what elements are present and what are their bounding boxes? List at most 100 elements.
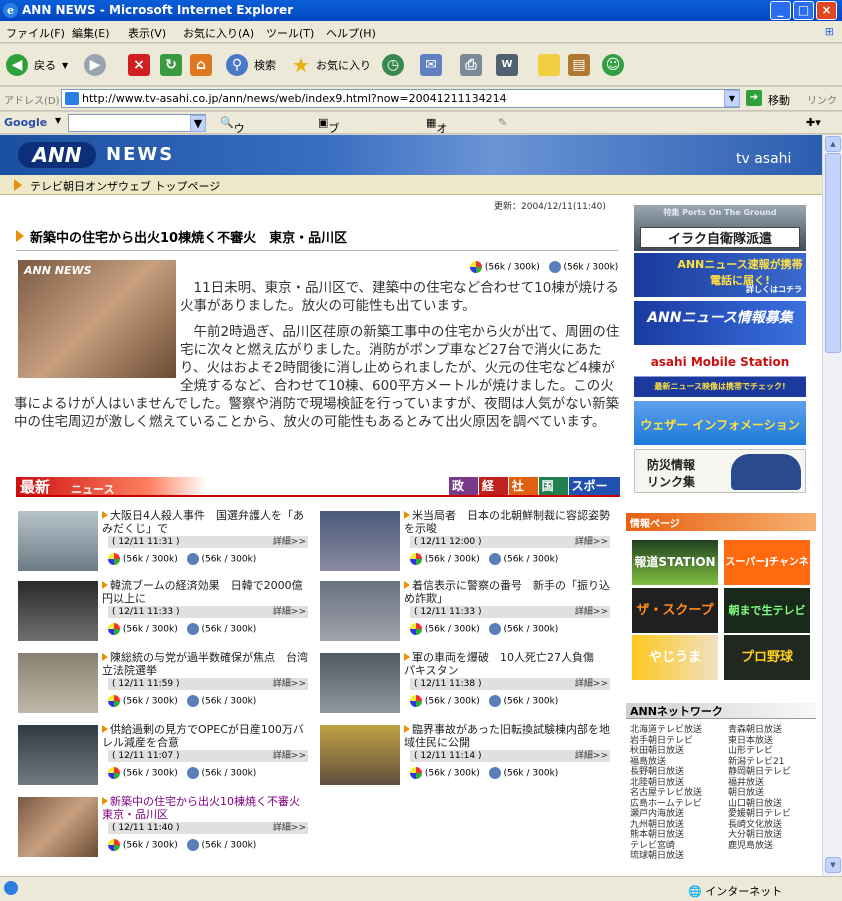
windows-media-icon[interactable] [548, 261, 561, 273]
home-button[interactable]: ⌂ [190, 52, 212, 78]
websearch-button[interactable]: 🔍ウェブ検索 [220, 116, 245, 199]
video-link-real[interactable]: (56k / 300k) [485, 263, 540, 273]
news-title-link[interactable]: 臨界事故があった旧転換試験棟内部を地域住民に公開 [404, 723, 610, 749]
top-page-link[interactable]: テレビ朝日オンザウェブ トップページ [30, 178, 220, 194]
edit-button[interactable]: W [496, 52, 518, 78]
prog-the-scoop[interactable]: ザ・スクープ [632, 588, 718, 633]
network-link[interactable]: 鹿児島放送 [728, 841, 818, 852]
news-item[interactable]: 臨界事故があった旧転換試験棟内部を地域住民に公開 ( 12/11 11:14 )… [318, 723, 610, 787]
video-link-wmp[interactable]: (56k / 300k) [201, 769, 256, 779]
menu-file[interactable]: ファイル(F) [6, 25, 65, 41]
video-link-real[interactable]: (56k / 300k) [425, 625, 480, 635]
tab-economy[interactable]: 経済 [478, 477, 508, 511]
windows-media-icon[interactable] [488, 767, 501, 779]
menu-edit[interactable]: 編集(E) [72, 25, 110, 41]
news-thumbnail[interactable] [18, 511, 98, 571]
news-title-link[interactable]: 韓流ブームの経済効果 日韓で2000億円以上に [102, 579, 303, 605]
network-link[interactable]: 長崎文化放送 [728, 820, 818, 831]
news-thumbnail[interactable] [320, 653, 400, 713]
network-link[interactable]: 秋田朝日放送 [630, 746, 726, 757]
tab-politics[interactable]: 政治 [449, 477, 478, 511]
detail-link[interactable]: 詳細>> [575, 536, 608, 548]
highlight-icon[interactable]: ✎ [498, 116, 507, 129]
news-item[interactable]: 供給過剰の見方でOPECが日産100万バレル減産を合意 ( 12/11 11:0… [16, 723, 308, 787]
network-link[interactable]: 岩手朝日テレビ [630, 736, 726, 747]
close-button[interactable]: × [816, 1, 837, 20]
asahi-mobile-station-banner[interactable]: asahi Mobile Station 最新ニュース映像は携帯でチェック! [634, 351, 806, 397]
video-link-real[interactable]: (56k / 300k) [425, 769, 480, 779]
news-item[interactable]: 軍の車両を爆破 10人死亡27人負傷 パキスタン ( 12/11 11:38 )… [318, 651, 610, 715]
news-title-link[interactable]: 軍の車両を爆破 10人死亡27人負傷 パキスタン [404, 651, 605, 677]
network-link[interactable]: 福井放送 [728, 778, 818, 789]
network-link[interactable]: 愛媛朝日テレビ [728, 809, 818, 820]
menu-help[interactable]: ヘルプ(H) [326, 25, 376, 41]
google-search-input[interactable] [68, 114, 206, 132]
realplayer-icon[interactable] [410, 695, 422, 707]
video-link-wmp[interactable]: (56k / 300k) [503, 625, 558, 635]
news-title-link[interactable]: 大阪日4人殺人事件 国選弁護人を「あみだくじ」で [102, 509, 304, 535]
realplayer-icon[interactable] [108, 553, 120, 565]
network-link[interactable]: 広島ホームテレビ [630, 799, 726, 810]
video-link-wmp[interactable]: (56k / 300k) [201, 697, 256, 707]
network-link[interactable]: 大分朝日放送 [728, 830, 818, 841]
stop-button[interactable]: × [128, 52, 150, 78]
network-link[interactable]: 九州朝日放送 [630, 820, 726, 831]
windows-media-icon[interactable] [186, 553, 199, 565]
network-link[interactable]: 朝日放送 [728, 788, 818, 799]
video-link-wmp[interactable]: (56k / 300k) [201, 841, 256, 851]
realplayer-icon[interactable] [410, 553, 422, 565]
video-link-wmp[interactable]: (56k / 300k) [503, 555, 558, 565]
forward-button[interactable]: ▶ [84, 52, 106, 78]
favorites-button[interactable]: ★ お気に入り [290, 52, 371, 78]
tab-international[interactable]: 国際 [538, 477, 568, 511]
video-link-wmp[interactable]: (56k / 300k) [503, 697, 558, 707]
mobile-alert-banner[interactable]: ANNニュース速報が携帯電話に届く! 詳しくはコチラ [634, 253, 806, 297]
research-button[interactable]: ▤ [568, 52, 590, 78]
video-link-real[interactable]: (56k / 300k) [425, 697, 480, 707]
detail-link[interactable]: 詳細>> [273, 606, 306, 618]
menu-tools[interactable]: ツール(T) [266, 25, 314, 41]
video-link-real[interactable]: (56k / 300k) [123, 555, 178, 565]
network-link[interactable]: テレビ宮崎 [630, 841, 726, 852]
realplayer-icon[interactable] [108, 623, 120, 635]
news-item-current[interactable]: 新築中の住宅から出火10棟焼く不審火 東京・品川区 ( 12/11 11:40 … [16, 795, 311, 859]
links-label[interactable]: リンク [807, 92, 837, 107]
address-input[interactable]: http://www.tv-asahi.co.jp/ann/news/web/i… [61, 89, 740, 108]
news-recruit-banner[interactable]: ANNニュース情報募集 [634, 301, 806, 345]
detail-link[interactable]: 詳細>> [273, 536, 306, 548]
back-button[interactable]: ◀ 戻る ▼ [6, 52, 68, 78]
realplayer-icon[interactable] [108, 767, 120, 779]
detail-link[interactable]: 詳細>> [575, 606, 608, 618]
news-title-link[interactable]: 新築中の住宅から出火10棟焼く不審火 東京・品川区 [102, 795, 311, 821]
menu-view[interactable]: 表示(V) [128, 25, 166, 41]
google-logo[interactable]: Google [4, 116, 47, 129]
prog-super-j-channel[interactable]: スーパーJチャンネル [724, 540, 810, 613]
network-link[interactable]: 長野朝日放送 [630, 767, 726, 778]
windows-media-icon[interactable] [186, 623, 199, 635]
news-thumbnail[interactable] [320, 725, 400, 785]
search-button[interactable]: ⚲ 検索 [226, 52, 276, 78]
video-link-real[interactable]: (56k / 300k) [123, 769, 178, 779]
network-link[interactable]: 瀬戸内海放送 [630, 809, 726, 820]
windows-media-icon[interactable] [186, 695, 199, 707]
detail-link[interactable]: 詳細>> [273, 678, 306, 690]
prog-yajiuma[interactable]: やじうま [632, 635, 718, 680]
news-thumbnail[interactable] [320, 581, 400, 641]
detail-link[interactable]: 詳細>> [575, 678, 608, 690]
windows-media-icon[interactable] [488, 553, 501, 565]
windows-media-icon[interactable] [488, 695, 501, 707]
network-link[interactable]: 東日本放送 [728, 736, 818, 747]
network-link[interactable]: 名古屋テレビ放送 [630, 788, 726, 799]
detail-link[interactable]: 詳細>> [575, 750, 608, 762]
go-arrow-icon[interactable]: ➔ [746, 90, 762, 106]
popup-block-button[interactable]: ▣ ブロック数: 349 [318, 116, 349, 213]
video-link-real[interactable]: (56k / 300k) [123, 841, 178, 851]
refresh-button[interactable]: ↻ [160, 52, 182, 78]
network-link[interactable]: 琉球朝日放送 [630, 851, 726, 862]
network-link[interactable]: 北海道テレビ放送 [630, 725, 726, 736]
video-link-wmp[interactable]: (56k / 300k) [201, 555, 256, 565]
maximize-button[interactable]: □ [793, 1, 814, 20]
google-menu-icon[interactable]: ▼ [55, 116, 61, 125]
scroll-down-icon[interactable]: ▼ [825, 857, 841, 873]
video-link-real[interactable]: (56k / 300k) [123, 625, 178, 635]
